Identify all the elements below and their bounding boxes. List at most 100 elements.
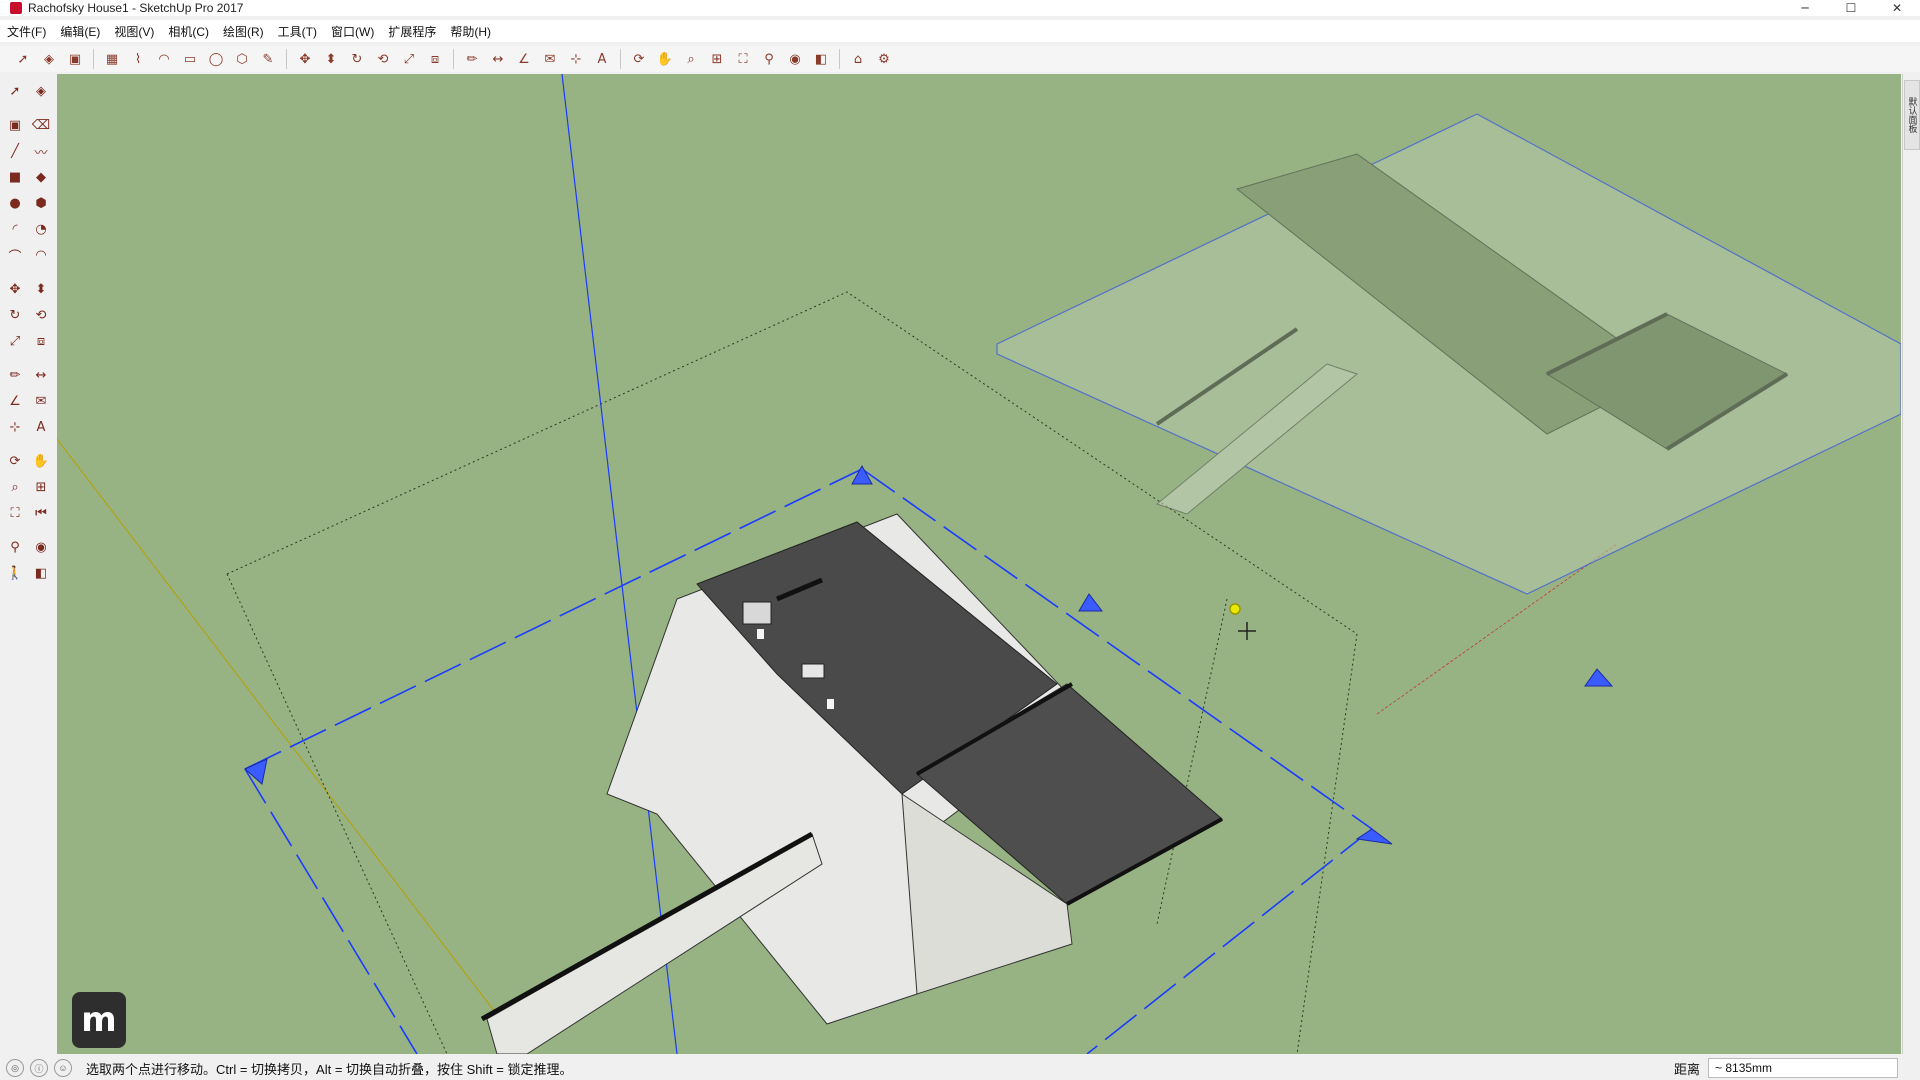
previous-view-icon[interactable]: ⏮ [30,502,52,524]
close-button[interactable]: ✕ [1874,0,1920,16]
rotated-rect-icon[interactable]: ◆ [30,166,52,188]
rectangle-icon[interactable]: ▭ [179,48,201,70]
axes-icon[interactable]: ⊹ [4,416,26,438]
zoom-window-icon[interactable]: ⊞ [30,476,52,498]
zoom-extents-icon[interactable]: ⛶ [4,502,26,524]
freehand-icon[interactable]: 〰 [30,140,52,162]
walk-icon[interactable]: ⚲ [758,48,780,70]
zoom-icon[interactable]: ⌕ [4,476,26,498]
model-canvas[interactable] [57,74,1901,1054]
offset-icon[interactable]: ⧈ [424,48,446,70]
grip-left [244,758,268,785]
push-pull-icon[interactable]: ⬍ [320,48,342,70]
3d-text-icon[interactable]: A [30,416,52,438]
zoom-icon[interactable]: ⌕ [680,48,702,70]
model-viewport[interactable] [57,74,1901,1054]
paint-icon[interactable]: ▣ [64,48,86,70]
section-plane-icon[interactable]: ◧ [810,48,832,70]
push-pull-icon[interactable]: ⬍ [30,278,52,300]
orbit-icon[interactable]: ⟳ [4,450,26,472]
walk-icon[interactable]: 🚶 [4,562,26,584]
left-tool-palette: ➚ ◈ ▣ ⌫ ╱ 〰 ■ ◆ ● ⬢ ◜ ◔ ⌒ ◠ ✥ ⬍ ↻ ⟲ ⤢ ⧈ ✏ ↔ ∠ ✉ ⊹ A ⟳ ✋ ⌕ ⊞ ⛶ ⏮ ⚲ ◉ 🚶 ◧ [0,74,56,1054]
move-icon[interactable]: ✥ [294,48,316,70]
eraser-icon[interactable]: ▦ [101,48,123,70]
menu-view[interactable]: 视图(V) [107,23,161,40]
select-icon[interactable]: ➚ [4,80,26,102]
eraser-icon[interactable]: ⌫ [30,114,52,136]
circle-icon[interactable]: ● [4,192,26,214]
text-icon[interactable]: ✉ [30,390,52,412]
orbit-icon[interactable]: ⟳ [628,48,650,70]
arc-icon[interactable]: ◜ [4,218,26,240]
look-around-icon[interactable]: ◉ [30,536,52,558]
maximize-button[interactable]: ☐ [1828,0,1874,16]
pan-icon[interactable]: ✋ [30,450,52,472]
rectangle-icon[interactable]: ■ [4,166,26,188]
measurement-box[interactable]: ~ 8135mm [1708,1058,1898,1078]
zoom-window-icon[interactable]: ⊞ [706,48,728,70]
window-title: Rachofsky House1 - SketchUp Pro 2017 [28,1,244,15]
rotate-icon[interactable]: ↻ [4,304,26,326]
line-icon[interactable]: ╱ [4,140,26,162]
menu-extensions[interactable]: 扩展程序 [381,23,443,40]
pie-icon[interactable]: ◔ [30,218,52,240]
circle-icon[interactable]: ◯ [205,48,227,70]
polygon-icon[interactable]: ⬡ [231,48,253,70]
extension-icon[interactable]: ⚙ [873,48,895,70]
geo-location-icon[interactable]: ◎ [6,1059,24,1077]
axes-icon[interactable]: ⊹ [565,48,587,70]
title-bar: Rachofsky House1 - SketchUp Pro 2017 ─ ☐… [0,0,1920,16]
tape-icon[interactable]: ✏ [461,48,483,70]
right-tray: 默认面板 [1902,74,1920,1054]
building-ghost-copy[interactable] [996,113,1901,595]
offset-icon[interactable]: ⧈ [30,330,52,352]
menu-file[interactable]: 文件(F) [0,23,53,40]
zoom-extents-icon[interactable]: ⛶ [732,48,754,70]
text-icon[interactable]: ✉ [539,48,561,70]
select-icon[interactable]: ➚ [12,48,34,70]
2pt-arc-icon[interactable]: ⌒ [4,244,26,266]
scale-icon[interactable]: ⤢ [4,330,26,352]
menu-edit[interactable]: 编辑(E) [53,23,107,40]
dimension-icon[interactable]: ↔ [487,48,509,70]
credits-icon[interactable]: ⓘ [30,1059,48,1077]
3d-text-icon[interactable]: A [591,48,613,70]
position-camera-icon[interactable]: ⚲ [4,536,26,558]
rotate-icon[interactable]: ↻ [346,48,368,70]
toolbar-separator [620,49,621,69]
protractor-icon[interactable]: ∠ [4,390,26,412]
move-icon[interactable]: ✥ [4,278,26,300]
3pt-arc-icon[interactable]: ◠ [30,244,52,266]
line-icon[interactable]: ⌇ [127,48,149,70]
protractor-icon[interactable]: ∠ [513,48,535,70]
follow-me-icon[interactable]: ⟲ [372,48,394,70]
arc-icon[interactable]: ◠ [153,48,175,70]
default-tray-tab[interactable]: 默认面板 [1904,80,1920,150]
grip-right [1355,828,1393,845]
paint-icon[interactable]: ▣ [4,114,26,136]
freehand-icon[interactable]: ✎ [257,48,279,70]
menu-camera[interactable]: 相机(C) [161,23,216,40]
menu-draw[interactable]: 绘图(R) [216,23,271,40]
tape-icon[interactable]: ✏ [4,364,26,386]
user-icon[interactable]: ☺ [54,1059,72,1077]
blue-axis [561,74,678,1054]
polygon-icon[interactable]: ⬢ [30,192,52,214]
scale-icon[interactable]: ⤢ [398,48,420,70]
look-around-icon[interactable]: ◉ [784,48,806,70]
toolbar-separator [286,49,287,69]
component-icon[interactable]: ◈ [38,48,60,70]
toolbar-separator [453,49,454,69]
dimension-icon[interactable]: ↔ [30,364,52,386]
pan-icon[interactable]: ✋ [654,48,676,70]
menu-tools[interactable]: 工具(T) [271,23,324,40]
warehouse-icon[interactable]: ⌂ [847,48,869,70]
minimize-button[interactable]: ─ [1782,0,1828,16]
section-plane-icon[interactable]: ◧ [30,562,52,584]
menu-help[interactable]: 帮助(H) [443,23,498,40]
grip-back-right [1584,668,1614,687]
building-main[interactable] [480,513,1223,1054]
follow-me-icon[interactable]: ⟲ [30,304,52,326]
component-icon[interactable]: ◈ [30,80,52,102]
menu-window[interactable]: 窗口(W) [324,23,381,40]
